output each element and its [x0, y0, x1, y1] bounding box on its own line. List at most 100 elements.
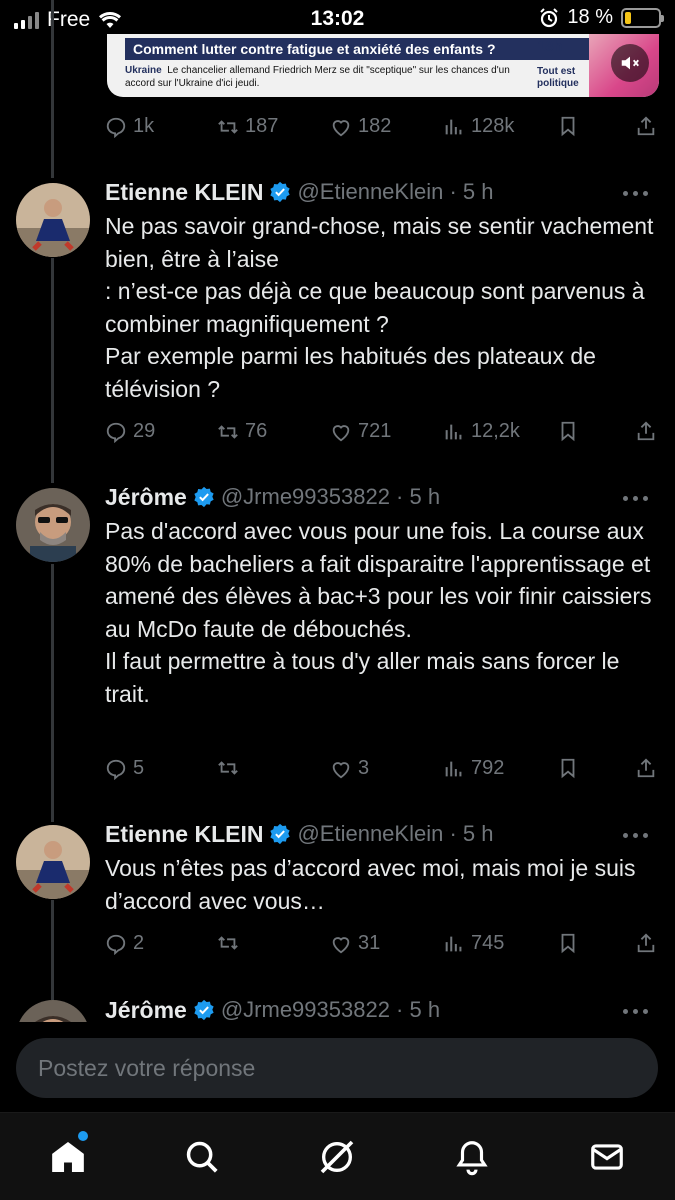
share-icon [637, 758, 655, 778]
thread-line [51, 258, 54, 483]
reply-input[interactable]: Postez votre réponse [16, 1038, 658, 1098]
author-name[interactable]: Jérôme [105, 484, 187, 511]
grok-icon[interactable] [317, 1137, 357, 1177]
analytics-icon [445, 936, 462, 951]
like-button[interactable]: 3 [330, 757, 369, 780]
thread-line [51, 0, 54, 178]
share-button[interactable] [635, 115, 657, 137]
views-button[interactable]: 745 [443, 932, 504, 955]
notifications-icon[interactable] [452, 1137, 492, 1177]
bookmark-icon [561, 421, 575, 442]
views-button[interactable]: 12,2k [443, 420, 520, 443]
repost-button[interactable]: 187 [217, 115, 278, 138]
video-time: 18h [537, 38, 563, 55]
speaker-muted-icon[interactable] [611, 44, 649, 82]
like-button[interactable]: 182 [330, 115, 391, 138]
more-options-icon[interactable] [623, 830, 655, 840]
repost-button[interactable] [217, 757, 245, 779]
tweet-header: Jérôme @Jrme99353822 · 5 h [105, 995, 625, 1025]
bookmark-button[interactable] [557, 932, 579, 954]
bottom-nav [0, 1112, 675, 1200]
verified-badge-icon [270, 823, 291, 845]
tweet-text: Ne pas savoir grand-chose, mais se senti… [105, 213, 654, 402]
verified-badge-icon [270, 181, 291, 203]
author-name[interactable]: Etienne KLEIN [105, 821, 263, 848]
share-button[interactable] [635, 932, 657, 954]
alarm-icon [540, 7, 559, 27]
status-bar: Free 13:02 18 % [0, 0, 675, 38]
share-icon [637, 116, 655, 136]
share-button[interactable] [635, 757, 657, 779]
author-handle: @Jrme99353822 · 5 h [220, 997, 441, 1022]
author-name[interactable]: Jérôme [105, 997, 187, 1024]
more-options-icon[interactable] [623, 1006, 655, 1016]
thread-line [51, 900, 54, 1000]
bookmark-icon [561, 116, 575, 137]
video-preview[interactable]: Comment lutter contre fatigue et anxiété… [107, 34, 659, 97]
repost-icon [218, 761, 238, 775]
author-handle: @EtienneKlein · 5 h [297, 179, 494, 204]
reply-placeholder: Postez votre réponse [38, 1054, 256, 1081]
video-ticker: Ukraine Le chancelier allemand Friedrich… [125, 65, 510, 89]
bookmark-icon [561, 758, 575, 779]
more-options-icon[interactable] [623, 493, 655, 503]
verified-badge-icon [194, 999, 214, 1021]
bookmark-icon [561, 933, 575, 954]
thread-line [51, 564, 54, 822]
tweet-actions: 1k 187 182 128k [105, 115, 660, 143]
heart-icon [332, 936, 350, 953]
repost-icon [218, 119, 238, 134]
repost-button[interactable] [217, 932, 245, 954]
heart-icon [332, 424, 350, 441]
analytics-icon [445, 761, 462, 776]
reply-icon [106, 934, 126, 955]
tweet-text: Pas d'accord avec vous pour une fois. La… [105, 518, 652, 707]
tweet-header: Etienne KLEIN @EtienneKlein · 5 h [105, 819, 625, 849]
repost-button[interactable]: 76 [217, 420, 267, 443]
like-button[interactable]: 721 [330, 420, 391, 443]
tweet-actions: 2 31 745 [105, 932, 660, 960]
views-button[interactable]: 792 [443, 757, 504, 780]
reply-icon [106, 759, 126, 780]
tweet-header: Jérôme @Jrme99353822 · 5 h [105, 482, 625, 512]
like-button[interactable]: 31 [330, 932, 380, 955]
heart-icon [332, 761, 350, 778]
home-notification-dot [78, 1131, 88, 1141]
video-show-name: Tout est politique [537, 66, 579, 89]
reply-button[interactable]: 29 [105, 420, 155, 443]
search-icon[interactable] [182, 1137, 222, 1177]
reply-icon [106, 422, 126, 443]
bookmark-button[interactable] [557, 757, 579, 779]
share-button[interactable] [635, 420, 657, 442]
tweet-text: Vous n’êtes pas d’accord avec moi, mais … [105, 855, 636, 914]
repost-icon [218, 424, 238, 439]
avatar[interactable] [16, 488, 90, 562]
messages-icon[interactable] [587, 1137, 627, 1177]
share-icon [637, 421, 655, 441]
author-handle: @Jrme99353822 · 5 h [220, 484, 441, 509]
reply-button[interactable]: 1k [105, 115, 154, 138]
bookmark-button[interactable] [557, 115, 579, 137]
analytics-icon [445, 119, 462, 134]
views-button[interactable]: 128k [443, 115, 514, 138]
reply-icon [106, 117, 126, 138]
bookmark-button[interactable] [557, 420, 579, 442]
home-icon[interactable] [48, 1137, 88, 1177]
author-handle: @EtienneKlein · 5 h [297, 821, 494, 846]
avatar[interactable] [16, 183, 90, 257]
author-name[interactable]: Etienne KLEIN [105, 179, 263, 206]
heart-icon [332, 119, 350, 136]
battery-percent: 18 % [567, 6, 613, 28]
tweet-actions: 29 76 721 12,2k [105, 420, 660, 448]
avatar[interactable] [16, 825, 90, 899]
verified-badge-icon [194, 486, 214, 508]
battery-icon [621, 7, 664, 28]
analytics-icon [445, 424, 462, 439]
tweet-header: Etienne KLEIN @EtienneKlein · 5 h [105, 177, 625, 207]
repost-icon [218, 936, 238, 950]
reply-composer: Postez votre réponse [0, 1022, 675, 1112]
reply-button[interactable]: 5 [105, 757, 144, 780]
reply-button[interactable]: 2 [105, 932, 144, 955]
more-options-icon[interactable] [623, 188, 655, 198]
share-icon [637, 933, 655, 953]
